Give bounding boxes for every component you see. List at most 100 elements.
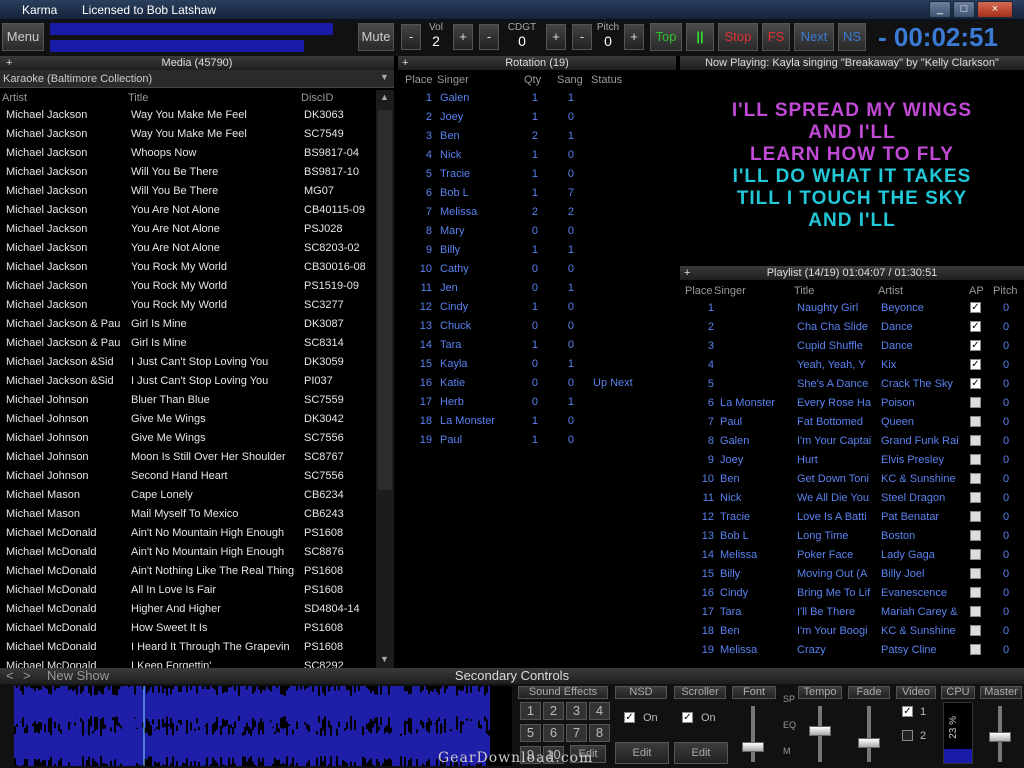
sound-effect-key[interactable]: 1 [520, 702, 541, 720]
maximize-icon[interactable]: □ [953, 1, 975, 18]
media-row[interactable]: Michael McDonald I Keep Forgettin' SC8292 [0, 657, 376, 668]
col-singer[interactable]: Singer [714, 285, 746, 297]
sound-effect-key[interactable]: 7 [566, 724, 587, 742]
playlist-row[interactable]: 7 Paul Fat Bottomed Queen 0 [680, 413, 1024, 432]
sound-effect-key[interactable]: 4 [589, 702, 610, 720]
playlist-row[interactable]: 2 Cha Cha Slide Dance 0 ✓ [680, 318, 1024, 337]
ap-checkbox[interactable] [970, 606, 981, 617]
ap-checkbox[interactable]: ✓ [970, 359, 981, 370]
col-pitch[interactable]: Pitch [993, 285, 1017, 297]
media-row[interactable]: Michael Jackson Way You Make Me Feel DK306… [0, 106, 376, 125]
rotation-row[interactable]: 5 Tracie 1 0 [398, 165, 676, 184]
media-row[interactable]: Michael McDonald Ain't No Mountain High E… [0, 524, 376, 543]
col-title[interactable]: Title [794, 285, 814, 297]
font-slider-knob[interactable] [742, 742, 764, 752]
media-row[interactable]: Michael Jackson Will You Be There BS9817-1… [0, 163, 376, 182]
media-row[interactable]: Michael Johnson Give Me Wings SC7556 [0, 429, 376, 448]
ap-checkbox[interactable] [970, 530, 981, 541]
ap-checkbox[interactable] [970, 454, 981, 465]
col-place[interactable]: Place [685, 285, 713, 297]
rotation-row[interactable]: 14 Tara 1 0 [398, 336, 676, 355]
col-qty[interactable]: Qty [524, 74, 541, 86]
ap-checkbox[interactable] [970, 435, 981, 446]
ap-checkbox[interactable]: ✓ [970, 340, 981, 351]
cdgt-up-button[interactable]: + [546, 24, 566, 50]
ap-checkbox[interactable] [970, 625, 981, 636]
master-slider-knob[interactable] [989, 732, 1011, 742]
playlist-row[interactable]: 9 Joey Hurt Elvis Presley 0 [680, 451, 1024, 470]
ap-checkbox[interactable]: ✓ [970, 321, 981, 332]
media-row[interactable]: Michael Jackson Will You Be There MG07 [0, 182, 376, 201]
media-row[interactable]: Michael McDonald I Heard It Through The G… [0, 638, 376, 657]
video2-checkbox[interactable] [902, 730, 913, 741]
media-scrollbar[interactable]: ▲ ▼ [376, 90, 394, 668]
minimize-icon[interactable]: _ [929, 1, 951, 18]
rotation-row[interactable]: 18 La Monster 1 0 [398, 412, 676, 431]
playlist-row[interactable]: 13 Bob L Long Time Boston 0 [680, 527, 1024, 546]
rotation-row[interactable]: 6 Bob L 1 7 [398, 184, 676, 203]
rotation-row[interactable]: 13 Chuck 0 0 [398, 317, 676, 336]
chevron-down-icon[interactable]: ▼ [380, 72, 389, 82]
nsd-edit-button[interactable]: Edit [615, 742, 669, 764]
playlist-row[interactable]: 19 Melissa Crazy Patsy Cline 0 [680, 641, 1024, 660]
media-row[interactable]: Michael Jackson & Pau Girl Is Mine SC8314 [0, 334, 376, 353]
ap-checkbox[interactable] [970, 492, 981, 503]
expand-icon[interactable]: + [6, 56, 12, 70]
pause-button[interactable]: || [686, 23, 714, 51]
playlist-row[interactable]: 10 Ben Get Down Toni KC & Sunshine 0 [680, 470, 1024, 489]
rotation-row[interactable]: 11 Jen 0 1 [398, 279, 676, 298]
stop-button[interactable]: Stop [718, 23, 758, 51]
media-row[interactable]: Michael Johnson Bluer Than Blue SC7559 [0, 391, 376, 410]
scroll-thumb[interactable] [378, 110, 392, 490]
col-sang[interactable]: Sang [557, 74, 583, 86]
ap-checkbox[interactable] [970, 568, 981, 579]
sound-effect-key[interactable]: 8 [589, 724, 610, 742]
ns-button[interactable]: NS [838, 23, 866, 51]
playlist-row[interactable]: 14 Melissa Poker Face Lady Gaga 0 [680, 546, 1024, 565]
media-row[interactable]: Michael Mason Cape Lonely CB6234 [0, 486, 376, 505]
ap-checkbox[interactable] [970, 587, 981, 598]
ap-checkbox[interactable] [970, 511, 981, 522]
fade-slider-knob[interactable] [858, 738, 880, 748]
media-row[interactable]: Michael Jackson You Are Not Alone SC8203-0… [0, 239, 376, 258]
expand-icon[interactable]: + [402, 56, 408, 70]
top-button[interactable]: Top [650, 23, 682, 51]
rotation-row[interactable]: 3 Ben 2 1 [398, 127, 676, 146]
scroller-edit-button[interactable]: Edit [674, 742, 728, 764]
rotation-row[interactable]: 15 Kayla 0 1 [398, 355, 676, 374]
media-row[interactable]: Michael McDonald Ain't No Mountain High E… [0, 543, 376, 562]
pitch-up-button[interactable]: + [624, 24, 644, 50]
media-row[interactable]: Michael Jackson &Sid I Just Can't Stop Lo… [0, 353, 376, 372]
media-row[interactable]: Michael Jackson Whoops Now BS9817-04 [0, 144, 376, 163]
rotation-row[interactable]: 2 Joey 1 0 [398, 108, 676, 127]
col-artist[interactable]: Artist [2, 92, 27, 104]
rotation-row[interactable]: 10 Cathy 0 0 [398, 260, 676, 279]
media-row[interactable]: Michael Jackson You Rock My World SC3277 [0, 296, 376, 315]
rotation-row[interactable]: 19 Paul 1 0 [398, 431, 676, 450]
prev-show-icon[interactable]: < [6, 668, 14, 684]
playlist-row[interactable]: 1 Naughty Girl Beyonce 0 ✓ [680, 299, 1024, 318]
media-row[interactable]: Michael McDonald Higher And Higher SD4804-… [0, 600, 376, 619]
playlist-row[interactable]: 8 Galen I'm Your Captai Grand Funk Rai 0 [680, 432, 1024, 451]
sound-effect-key[interactable]: 3 [566, 702, 587, 720]
col-artist[interactable]: Artist [878, 285, 903, 297]
media-row[interactable]: Michael Jackson You Are Not Alone CB40115-… [0, 201, 376, 220]
playlist-row[interactable]: 16 Cindy Bring Me To Lif Evanescence 0 [680, 584, 1024, 603]
ap-checkbox[interactable]: ✓ [970, 378, 981, 389]
media-row[interactable]: Michael Mason Mail Myself To Mexico CB6243 [0, 505, 376, 524]
media-row[interactable]: Michael Jackson & Pau Girl Is Mine DK3087 [0, 315, 376, 334]
rotation-row[interactable]: 8 Mary 0 0 [398, 222, 676, 241]
media-row[interactable]: Michael McDonald Ain't Nothing Like The R… [0, 562, 376, 581]
media-row[interactable]: Michael McDonald All In Love Is Fair PS160… [0, 581, 376, 600]
vol-up-button[interactable]: + [453, 24, 473, 50]
rotation-row[interactable]: 9 Billy 1 1 [398, 241, 676, 260]
col-status[interactable]: Status [591, 74, 622, 86]
fs-button[interactable]: FS [762, 23, 790, 51]
scroll-up-icon[interactable]: ▲ [380, 92, 389, 102]
scroll-down-icon[interactable]: ▼ [380, 654, 389, 664]
col-place[interactable]: Place [405, 74, 433, 86]
next-button[interactable]: Next [794, 23, 834, 51]
media-row[interactable]: Michael McDonald How Sweet It Is PS1608 [0, 619, 376, 638]
playlist-row[interactable]: 17 Tara I'll Be There Mariah Carey & 0 [680, 603, 1024, 622]
media-source-select[interactable]: Karaoke (Baltimore Collection) ▼ [0, 70, 394, 88]
